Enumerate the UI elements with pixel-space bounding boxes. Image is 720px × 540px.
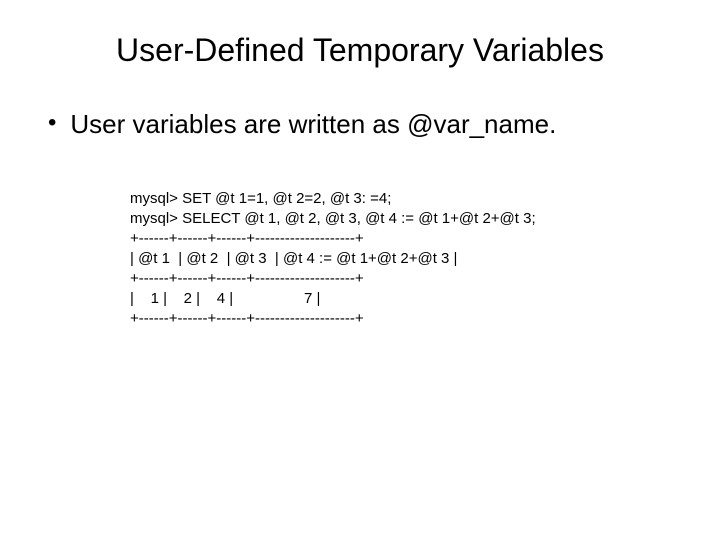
code-line: | 1 | 2 | 4 | 7 | [130, 290, 320, 307]
code-line: +------+------+------+------------------… [130, 310, 364, 327]
bullet-item: • User variables are written as @var_nam… [40, 109, 680, 139]
bullet-icon: • [48, 109, 56, 137]
code-line: +------+------+------+------------------… [130, 230, 364, 247]
code-line: | @t 1 | @t 2 | @t 3 | @t 4 := @t 1+@t 2… [130, 250, 457, 267]
code-line: mysql> SET @t 1=1, @t 2=2, @t 3: =4; [130, 190, 391, 207]
code-block: mysql> SET @t 1=1, @t 2=2, @t 3: =4; mys… [40, 189, 680, 329]
code-line: mysql> SELECT @t 1, @t 2, @t 3, @t 4 := … [130, 210, 536, 227]
bullet-text: User variables are written as @var_name. [70, 109, 556, 139]
code-line: +------+------+------+------------------… [130, 270, 364, 287]
slide-title: User-Defined Temporary Variables [40, 32, 680, 69]
